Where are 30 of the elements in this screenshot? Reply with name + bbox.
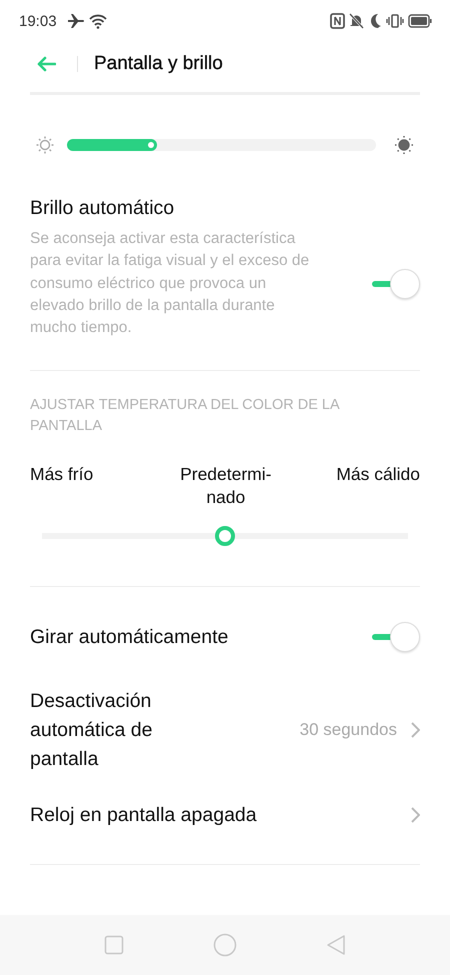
bright-sun-icon bbox=[393, 134, 415, 156]
section-heading: AJUSTAR TEMPERATURA DEL COLOR DE LA PANTALLA bbox=[30, 396, 340, 436]
setting-title: Brillo automático bbox=[30, 197, 176, 220]
setting-description: Se aconseja activar esta característica para evitar la fatiga visual y el exceso de consumo eléctrico que provoca un elevado brillo de la pantalla durante mucho tiempo. bbox=[30, 229, 310, 338]
slider-label: Más cálido bbox=[336, 463, 420, 486]
back-button[interactable] bbox=[326, 934, 346, 956]
dim-sun-icon bbox=[34, 134, 56, 156]
airplane-icon bbox=[66, 13, 85, 29]
setting-value: 30 segundos bbox=[300, 720, 397, 740]
chevron-right-icon bbox=[411, 807, 420, 824]
slider-label: Predetermi-nado bbox=[179, 463, 272, 510]
setting-label[interactable]: Desactivación automática de pantalla bbox=[30, 686, 210, 774]
slider-label: Más frío bbox=[30, 463, 94, 486]
home-button[interactable] bbox=[212, 933, 237, 957]
status-time: 19:03 bbox=[19, 12, 57, 30]
nfc-icon bbox=[330, 13, 345, 29]
back-arrow-icon bbox=[36, 56, 56, 72]
moon-icon bbox=[368, 13, 382, 29]
toggle-switch[interactable] bbox=[370, 621, 420, 654]
recents-button[interactable] bbox=[104, 935, 124, 955]
vibrate-icon bbox=[386, 13, 404, 29]
wifi-icon bbox=[88, 14, 107, 28]
chevron-right-icon bbox=[411, 722, 420, 738]
page-title: Pantalla y brillo bbox=[94, 53, 223, 75]
toggle-switch[interactable] bbox=[370, 268, 420, 300]
setting-label[interactable]: Girar automáticamente bbox=[30, 622, 228, 652]
battery-icon bbox=[408, 14, 432, 28]
muted-bell-icon bbox=[349, 13, 364, 29]
brightness-slider[interactable] bbox=[67, 139, 376, 151]
setting-label[interactable]: Reloj en pantalla apagada bbox=[30, 800, 257, 830]
